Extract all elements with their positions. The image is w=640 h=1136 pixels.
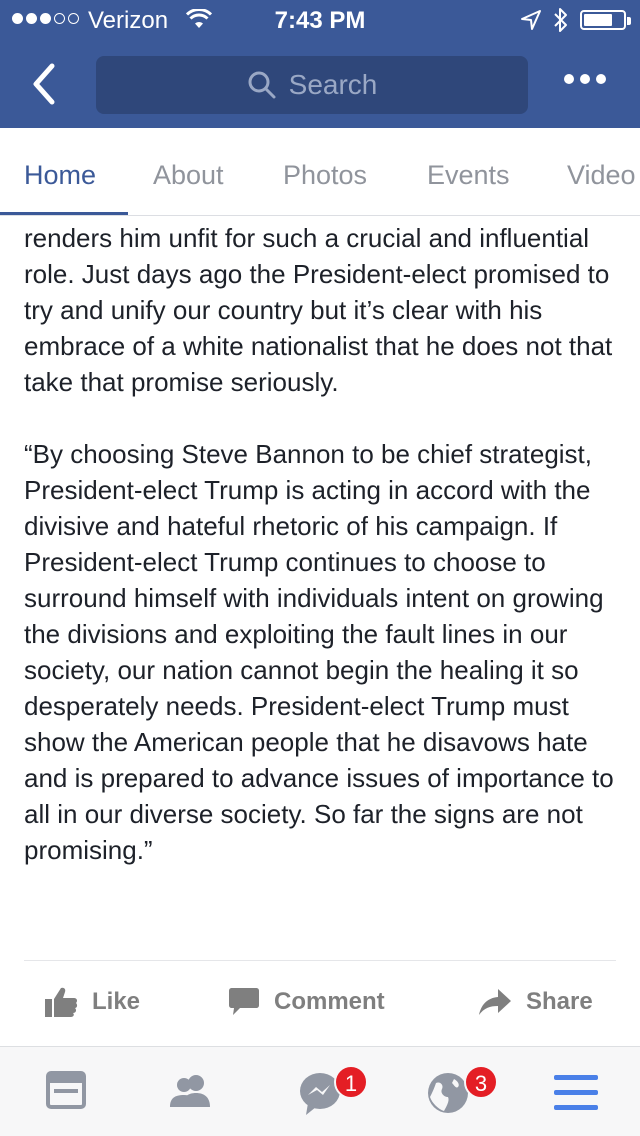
post-paragraph: “By choosing Steve Bannon to be chief st… <box>24 439 614 865</box>
active-tab-indicator <box>0 212 128 215</box>
tab-photos[interactable]: Photos <box>283 128 367 215</box>
status-bar: Verizon 7:43 PM <box>0 0 640 40</box>
notifications-tab[interactable]: 3 <box>424 1065 504 1119</box>
tab-home[interactable]: Home <box>24 128 96 215</box>
comment-bubble-icon <box>229 988 259 1015</box>
battery-icon <box>580 10 631 30</box>
tab-video[interactable]: Video <box>567 128 636 215</box>
page-tabs: Home About Photos Events Video <box>0 128 640 216</box>
friends-icon[interactable] <box>164 1067 220 1119</box>
tab-events[interactable]: Events <box>427 128 510 215</box>
clock: 7:43 PM <box>274 7 366 34</box>
notifications-badge: 3 <box>464 1065 498 1099</box>
thumbs-up-icon <box>45 987 78 1017</box>
search-input[interactable]: Search <box>96 56 528 114</box>
post-paragraph: renders him unfit for such a crucial and… <box>24 223 613 397</box>
news-feed-icon[interactable] <box>40 1067 96 1119</box>
messenger-tab[interactable]: 1 <box>296 1065 376 1119</box>
comment-label: Comment <box>274 988 385 1015</box>
messenger-badge: 1 <box>334 1065 368 1099</box>
search-placeholder: Search <box>288 69 378 100</box>
comment-button[interactable]: Comment <box>228 962 385 1042</box>
more-options-icon[interactable] <box>564 74 606 84</box>
share-arrow-icon <box>479 989 511 1015</box>
search-icon <box>248 71 276 99</box>
share-label: Share <box>526 988 593 1015</box>
post-body: renders him unfit for such a crucial and… <box>24 220 624 868</box>
post-actions: Like Comment Share <box>0 962 640 1046</box>
bluetooth-icon <box>554 8 567 32</box>
like-button[interactable]: Like <box>44 962 140 1042</box>
like-label: Like <box>92 988 141 1015</box>
tab-about[interactable]: About <box>153 128 224 215</box>
menu-hamburger-icon[interactable] <box>548 1067 604 1119</box>
back-arrow-icon[interactable] <box>28 62 64 106</box>
top-bar: Verizon 7:43 PM Search <box>0 0 640 128</box>
divider <box>24 960 616 961</box>
bottom-tab-bar: 1 3 <box>0 1047 640 1136</box>
share-button[interactable]: Share <box>478 962 593 1042</box>
location-arrow-icon <box>521 10 541 30</box>
